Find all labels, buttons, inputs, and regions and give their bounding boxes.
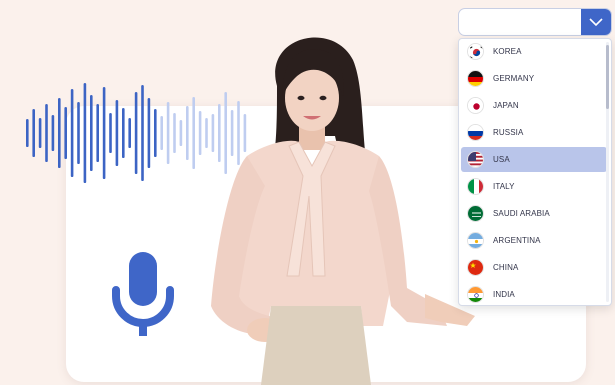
language-option-label: ARGENTINA [493,236,541,245]
flag-india-icon [467,286,484,303]
language-option-label: GERMANY [493,74,535,83]
flag-germany-icon [467,70,484,87]
language-select-toggle[interactable] [581,9,611,35]
language-option-usa[interactable]: USA [461,147,607,172]
language-option-china[interactable]: CHINA [461,255,607,280]
language-option-label: CHINA [493,263,519,272]
flag-korea-icon [467,43,484,60]
chevron-down-icon [589,17,603,26]
language-select[interactable] [458,8,612,36]
language-option-japan[interactable]: JAPAN [461,93,607,118]
language-option-label: JAPAN [493,101,519,110]
language-option-italy[interactable]: ITALY [461,174,607,199]
language-option-label: INDIA [493,290,515,299]
language-option-korea[interactable]: KOREA [461,39,607,64]
presenter-woman-image [211,37,475,385]
language-option-label: RUSSIA [493,128,524,137]
flag-italy-icon [467,178,484,195]
flag-china-icon [467,259,484,276]
language-option-label: KOREA [493,47,522,56]
flag-russia-icon [467,124,484,141]
microphone-icon [112,252,174,336]
flag-japan-icon [467,97,484,114]
language-option-india[interactable]: INDIA [461,282,607,307]
language-option-russia[interactable]: RUSSIA [461,120,607,145]
flag-argentina-icon [467,232,484,249]
language-option-label: USA [493,155,510,164]
language-option-argentina[interactable]: ARGENTINA [461,228,607,253]
flag-saudi-arabia-icon [467,205,484,222]
language-option-label: ITALY [493,182,515,191]
language-option-germany[interactable]: GERMANY [461,66,607,91]
flag-usa-icon [467,151,484,168]
language-option-label: SAUDI ARABIA [493,209,550,218]
language-dropdown-list: KOREA GERMANY JAPAN RUSSIA USA ITALY SAU… [458,38,612,306]
language-option-saudi-arabia[interactable]: SAUDI ARABIA [461,201,607,226]
dropdown-scrollbar-thumb[interactable] [606,45,609,109]
